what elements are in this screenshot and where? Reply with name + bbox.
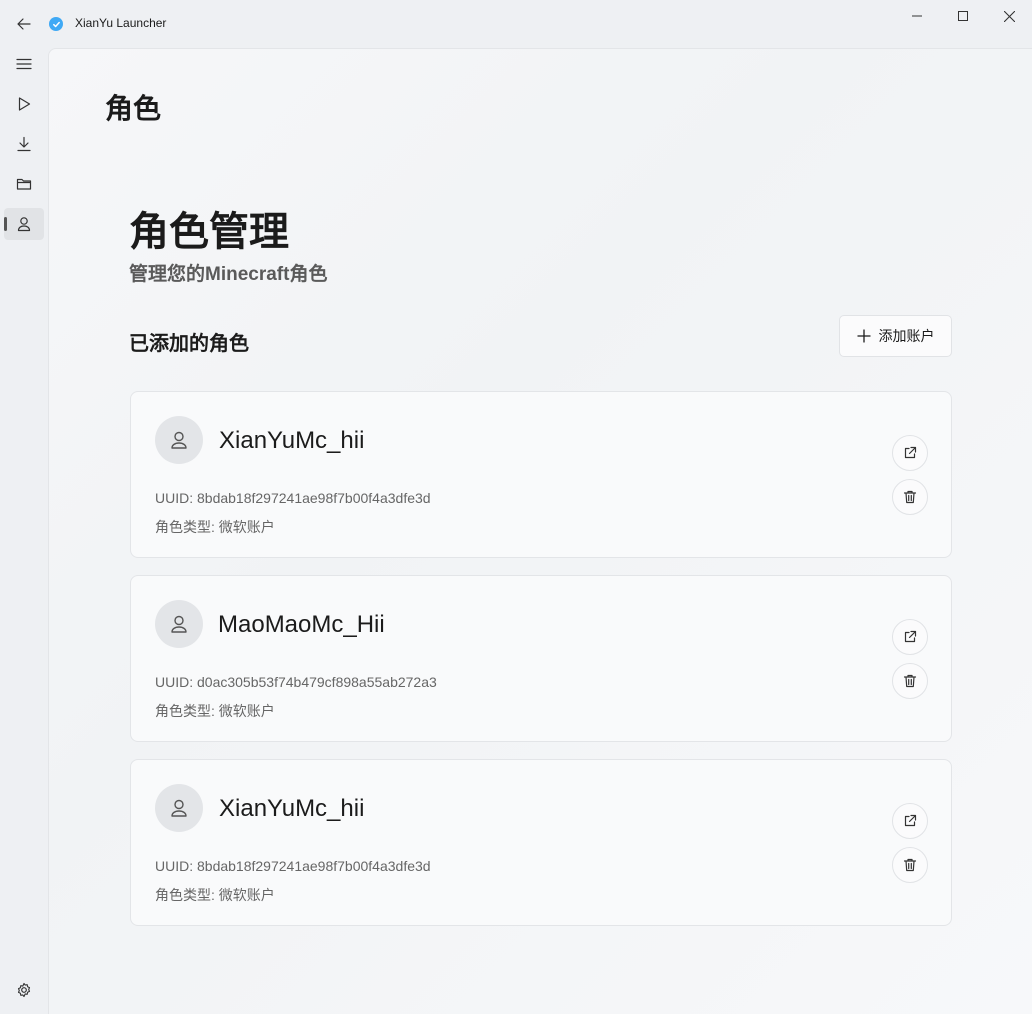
share-button[interactable] [892, 803, 928, 839]
person-icon [171, 615, 187, 633]
section-title: 已添加的角色 [129, 333, 249, 355]
folder-icon [16, 178, 32, 190]
minimize-icon [912, 15, 922, 17]
nav-menu-button[interactable] [4, 48, 44, 80]
account-uuid: UUID: 8bdab18f297241ae98f7b00f4a3dfe3d [155, 858, 431, 874]
account-name: XianYuMc_hii [219, 795, 365, 822]
trash-icon [903, 490, 917, 504]
add-account-label: 添加账户 [878, 328, 935, 344]
share-icon [904, 814, 917, 827]
type-label: 角色类型: [155, 519, 219, 535]
share-icon [904, 630, 917, 643]
share-button[interactable] [892, 619, 928, 655]
person-icon [171, 799, 187, 817]
download-icon [17, 136, 31, 152]
trash-icon [903, 674, 917, 688]
maximize-button[interactable] [940, 0, 986, 32]
person-icon [171, 431, 187, 449]
gear-icon [17, 982, 31, 998]
close-icon [1003, 10, 1015, 22]
hero-title: 角色管理 [129, 210, 289, 254]
type-value: 微软账户 [218, 519, 275, 535]
account-card: XianYuMc_hii UUID: 8bdab18f297241ae98f7b… [130, 391, 952, 558]
title-bar: XianYu Launcher [0, 0, 1032, 48]
uuid-value: 8bdab18f297241ae98f7b00f4a3dfe3d [197, 858, 431, 874]
uuid-value: 8bdab18f297241ae98f7b00f4a3dfe3d [197, 490, 431, 506]
page-title: 角色 [105, 93, 162, 124]
type-value: 微软账户 [218, 887, 275, 903]
settings-button[interactable] [4, 974, 44, 1006]
account-card: MaoMaoMc_Hii UUID: d0ac305b53f74b479cf89… [130, 575, 952, 742]
nav-item-launch[interactable] [4, 88, 44, 120]
account-card: XianYuMc_hii UUID: 8bdab18f297241ae98f7b… [130, 759, 952, 926]
minimize-button[interactable] [894, 0, 940, 32]
account-type: 角色类型: 微软账户 [155, 517, 275, 537]
close-button[interactable] [986, 0, 1032, 32]
avatar [155, 416, 203, 464]
share-button[interactable] [892, 435, 928, 471]
avatar [155, 600, 203, 648]
trash-icon [903, 858, 917, 872]
add-account-button[interactable]: 添加账户 [839, 315, 952, 357]
uuid-label: UUID: [155, 490, 197, 506]
content-area: 角色 角色管理 管理您的Minecraft角色 已添加的角色 添加账户 Xian… [48, 48, 1032, 1014]
account-name: XianYuMc_hii [219, 427, 365, 454]
back-button[interactable] [8, 8, 40, 40]
type-value: 微软账户 [218, 703, 275, 719]
uuid-label: UUID: [155, 858, 197, 874]
nav-item-download[interactable] [4, 128, 44, 160]
plus-icon [856, 329, 871, 343]
nav-item-characters[interactable] [4, 208, 44, 240]
person-icon [17, 217, 31, 232]
type-label: 角色类型: [155, 703, 219, 719]
account-type: 角色类型: 微软账户 [155, 885, 275, 905]
delete-button[interactable] [892, 847, 928, 883]
account-uuid: UUID: d0ac305b53f74b479cf898a55ab272a3 [155, 674, 437, 690]
delete-button[interactable] [892, 663, 928, 699]
check-icon [52, 21, 60, 27]
avatar [155, 784, 203, 832]
account-uuid: UUID: 8bdab18f297241ae98f7b00f4a3dfe3d [155, 490, 431, 506]
type-label: 角色类型: [155, 887, 219, 903]
selection-indicator [4, 217, 7, 231]
maximize-icon [958, 11, 968, 21]
app-title: XianYu Launcher [75, 16, 167, 30]
share-icon [904, 446, 917, 459]
delete-button[interactable] [892, 479, 928, 515]
account-name: MaoMaoMc_Hii [218, 611, 385, 638]
play-icon [18, 97, 31, 111]
uuid-label: UUID: [155, 674, 197, 690]
back-arrow-icon [17, 18, 31, 30]
uuid-value: d0ac305b53f74b479cf898a55ab272a3 [197, 674, 437, 690]
navigation-pane [0, 48, 48, 1014]
hero-subtitle: 管理您的Minecraft角色 [129, 264, 328, 285]
nav-item-files[interactable] [4, 168, 44, 200]
account-type: 角色类型: 微软账户 [155, 701, 275, 721]
app-logo [49, 17, 63, 31]
menu-icon [16, 58, 32, 70]
